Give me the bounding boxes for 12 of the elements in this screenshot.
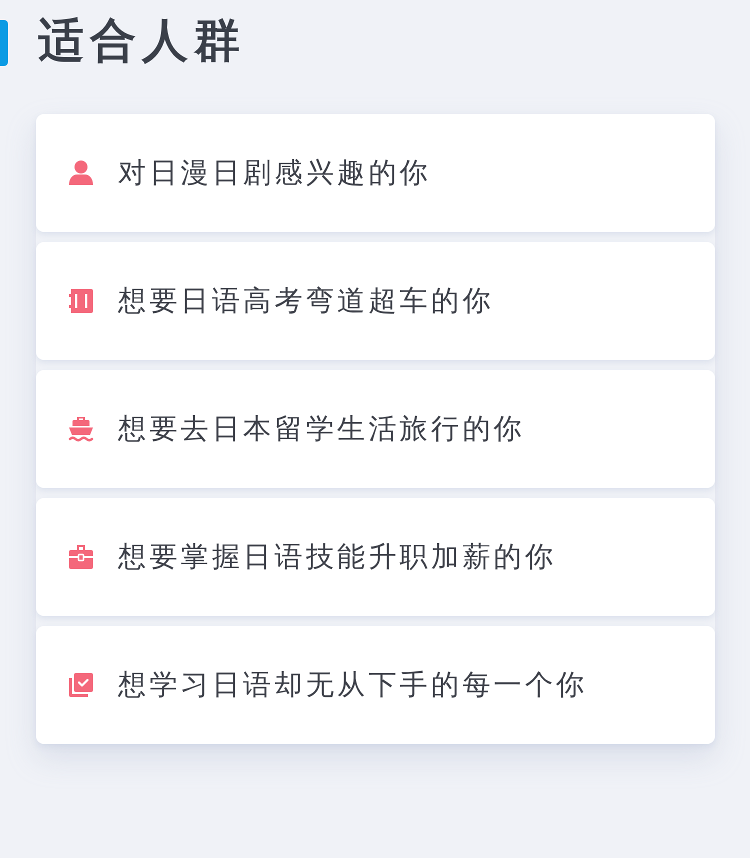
- audience-text: 对日漫日剧感兴趣的你: [118, 155, 431, 191]
- person-icon: [68, 160, 94, 186]
- audience-text: 想要去日本留学生活旅行的你: [118, 411, 525, 447]
- ship-icon: [68, 416, 94, 442]
- accent-bar: [0, 20, 8, 66]
- toolbox-icon: [68, 544, 94, 570]
- audience-text: 想学习日语却无从下手的每一个你: [118, 667, 588, 703]
- section-title: 适合人群: [38, 13, 246, 67]
- notebook-icon: [68, 288, 94, 314]
- checklist-icon: [68, 672, 94, 698]
- audience-text: 想要掌握日语技能升职加薪的你: [118, 539, 556, 575]
- audience-text: 想要日语高考弯道超车的你: [118, 283, 494, 319]
